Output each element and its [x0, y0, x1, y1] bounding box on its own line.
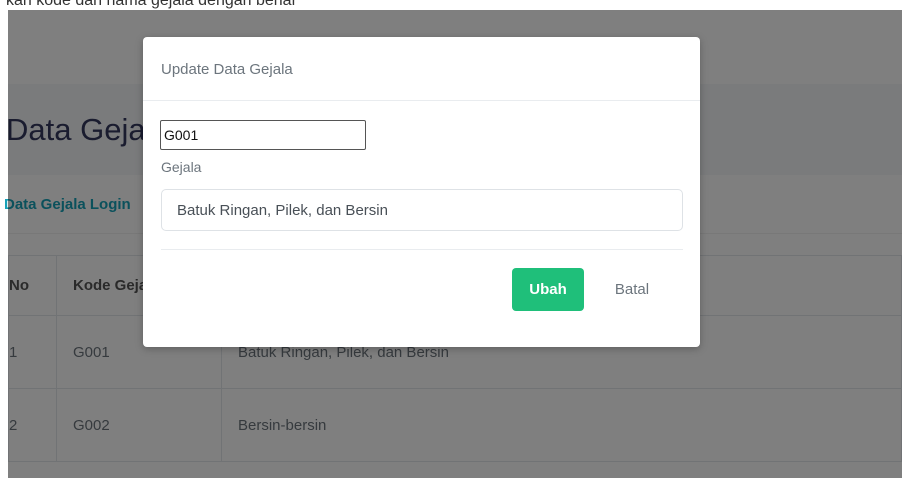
batal-button[interactable]: Batal [596, 268, 668, 311]
modal-divider [161, 249, 683, 250]
gejala-input[interactable] [161, 189, 683, 231]
modal-header: Update Data Gejala [143, 37, 700, 101]
update-gejala-modal: Update Data Gejala Gejala Ubah Batal [143, 37, 700, 347]
page: kan kode dan nama gejala dengan benar Da… [0, 0, 902, 478]
kode-gejala-input[interactable] [160, 120, 366, 150]
gejala-label: Gejala [161, 159, 202, 175]
modal-title: Update Data Gejala [161, 61, 293, 78]
ubah-button[interactable]: Ubah [512, 268, 584, 311]
top-instruction-strip: kan kode dan nama gejala dengan benar [0, 0, 902, 10]
instruction-text: kan kode dan nama gejala dengan benar [6, 0, 297, 9]
